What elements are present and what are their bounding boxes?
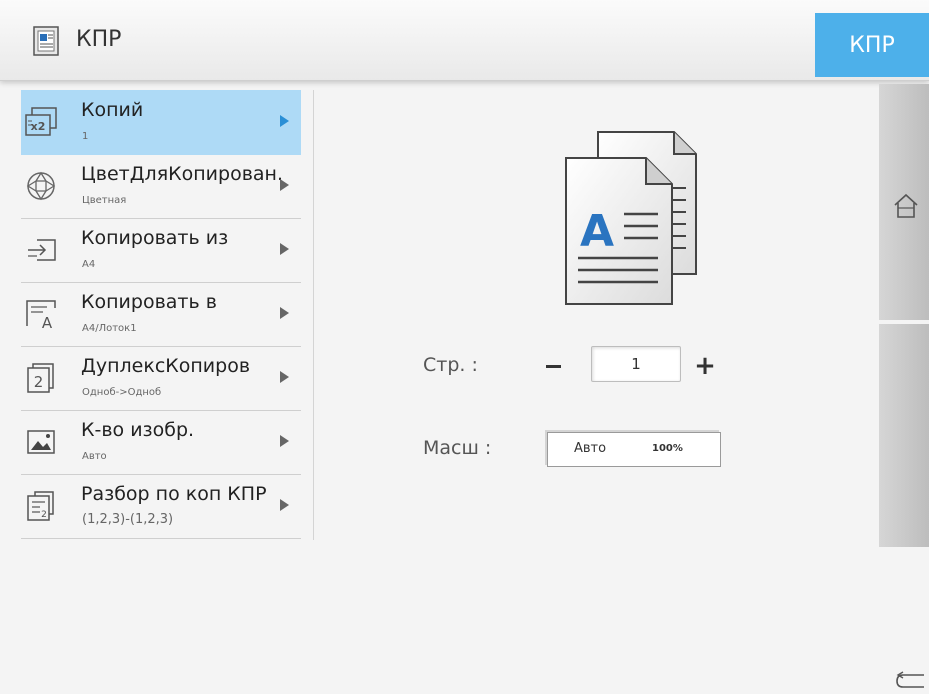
menu-item-duplex[interactable]: 2 ДуплексКопиров Одноб->Одноб: [21, 346, 301, 411]
duplex-icon: 2: [27, 363, 54, 393]
right-nav-rail: [879, 84, 929, 688]
menu-item-value: Авто: [82, 451, 107, 462]
chevron-right-icon: [280, 115, 289, 127]
home-icon: [894, 193, 918, 218]
scale-percent-value: 100%: [652, 443, 683, 454]
menu-item-value: Одноб->Одноб: [82, 387, 162, 398]
image-count-icon: [27, 430, 55, 454]
menu-item-value: Цветная: [82, 195, 127, 206]
scale-mode-value: Авто: [574, 441, 607, 456]
chevron-right-icon: [280, 371, 289, 383]
menu-item-image-count[interactable]: К-во изобр. Авто: [21, 410, 301, 475]
chevron-right-icon: [280, 307, 289, 319]
copy-app-icon: [33, 26, 59, 56]
menu-item-value: (1,2,3)-(1,2,3): [82, 512, 174, 527]
back-icon: [896, 671, 924, 688]
chevron-right-icon: [280, 179, 289, 191]
menu-item-label: Разбор по коп КПР: [81, 483, 267, 505]
copies-x2-icon: x2: [25, 107, 57, 136]
menu-item-copies[interactable]: x2 Копий 1: [21, 90, 301, 155]
menu-item-value: A4: [82, 259, 96, 270]
menu-item-value: 1: [82, 131, 89, 142]
chevron-right-icon: [280, 435, 289, 447]
decrement-button[interactable]: [538, 351, 568, 381]
back-button[interactable]: [879, 324, 929, 688]
pages-input[interactable]: 1: [591, 346, 681, 382]
document-copy-icon: A: [565, 131, 697, 305]
svg-text:x2: x2: [31, 120, 46, 133]
chevron-right-icon: [280, 243, 289, 255]
increment-button[interactable]: +: [690, 351, 720, 381]
menu-item-label: Копий: [81, 99, 144, 121]
svg-text:2: 2: [41, 510, 47, 520]
copy-from-icon: [28, 239, 56, 261]
menu-divider: [313, 90, 314, 540]
settings-menu: x2 Копий 1 ЦветДляКопирован. Цветная Коп…: [21, 90, 301, 540]
svg-text:A: A: [42, 314, 53, 332]
menu-item-copy-from[interactable]: Копировать из A4: [21, 218, 301, 283]
menu-item-color-mode[interactable]: ЦветДляКопирован. Цветная: [21, 154, 301, 219]
header-bar: КПР КПР: [0, 0, 929, 81]
menu-item-value: A4/Лоток1: [82, 323, 137, 334]
minus-icon: [545, 364, 561, 368]
copy-to-icon: A: [26, 300, 56, 332]
svg-text:2: 2: [34, 373, 44, 391]
chevron-right-icon: [280, 499, 289, 511]
menu-item-label: Копировать из: [81, 227, 229, 249]
menu-item-copy-to[interactable]: A Копировать в A4/Лоток1: [21, 282, 301, 347]
menu-item-label: ДуплексКопиров: [81, 355, 251, 377]
menu-item-label: ЦветДляКопирован.: [81, 163, 283, 185]
color-mode-icon: [26, 171, 56, 201]
scale-label: Масш :: [423, 437, 492, 459]
scale-selector[interactable]: Авто 100%: [547, 432, 721, 467]
collate-icon: 2: [27, 491, 54, 521]
home-button[interactable]: [879, 84, 929, 320]
page-title: КПР: [76, 27, 122, 52]
menu-item-label: Копировать в: [81, 291, 217, 313]
menu-item-collate[interactable]: 2 Разбор по коп КПР (1,2,3)-(1,2,3): [21, 474, 301, 539]
menu-item-label: К-во изобр.: [81, 419, 195, 441]
pages-label: Стр. :: [423, 354, 478, 376]
start-copy-button[interactable]: КПР: [815, 13, 929, 77]
svg-text:A: A: [580, 206, 614, 257]
